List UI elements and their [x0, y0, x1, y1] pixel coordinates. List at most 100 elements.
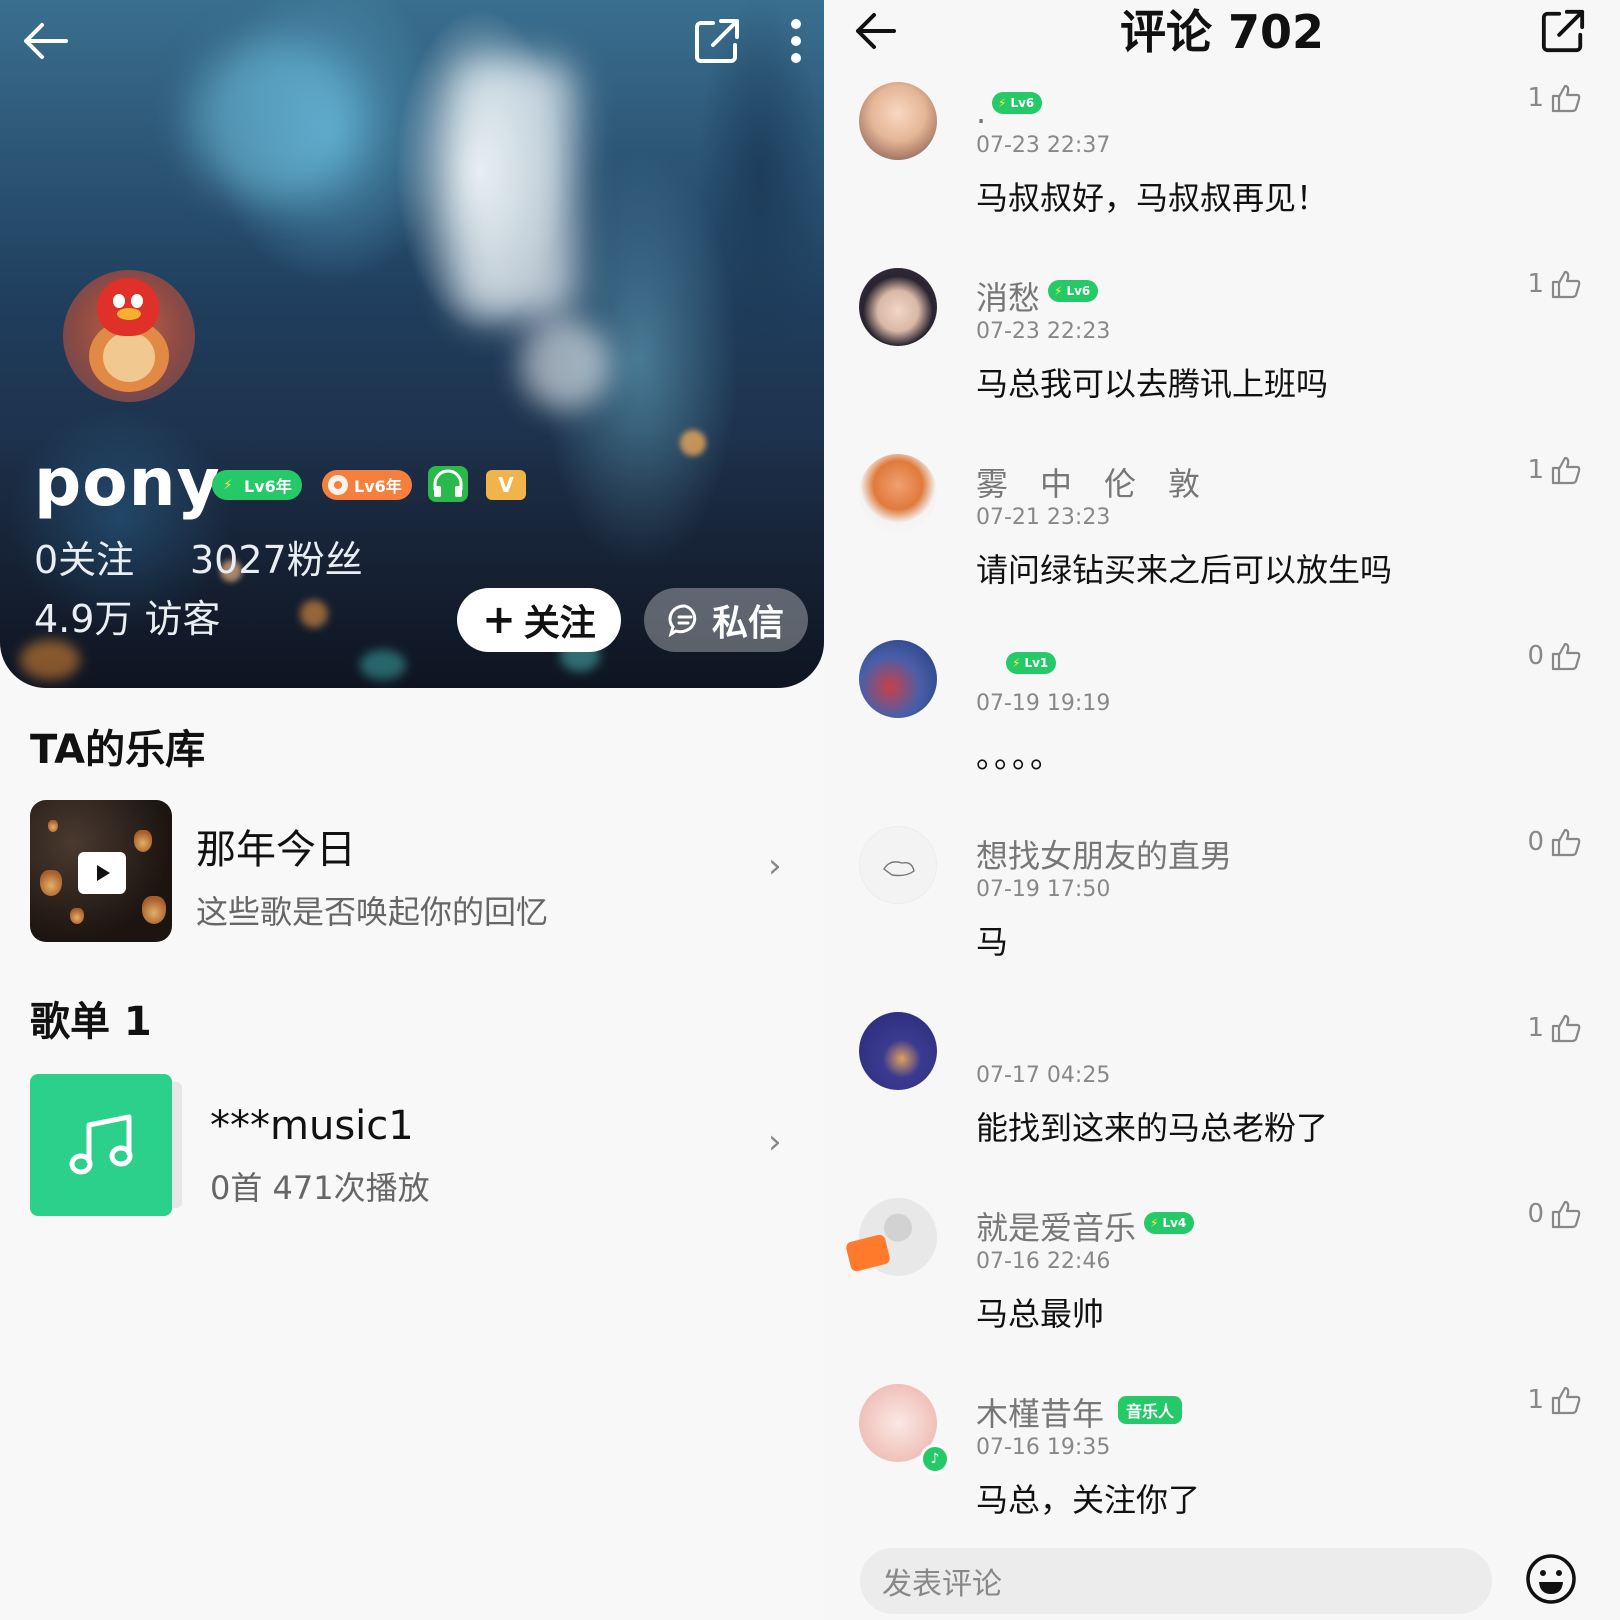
like-button[interactable]: 1: [1527, 268, 1582, 300]
library-section-title: TA的乐库: [30, 727, 206, 773]
share-icon: [1541, 9, 1585, 53]
level-badge: ⚡ Lv1: [1006, 652, 1057, 674]
like-button[interactable]: 1: [1527, 1012, 1582, 1044]
vip-badge[interactable]: V: [486, 470, 526, 500]
thumbs-up-icon: [1551, 1014, 1581, 1043]
thumbs-up-icon: [1551, 84, 1581, 113]
like-count: 0: [1527, 641, 1544, 671]
lantern-decoration: [48, 820, 58, 832]
sketch-cat-icon: [883, 861, 915, 877]
follow-button[interactable]: + 关注: [457, 588, 621, 652]
like-button[interactable]: 1: [1527, 1384, 1582, 1416]
comment-username[interactable]: 消愁: [976, 278, 1040, 318]
thumbs-up-icon: [1551, 456, 1581, 485]
headphone-icon: [433, 469, 463, 497]
comment-time: 07-19 17:50: [976, 877, 1111, 902]
music-note-icon: [69, 1114, 133, 1175]
playlist-item-row[interactable]: ***music1 0首 471次播放 ›: [0, 1074, 824, 1216]
like-button[interactable]: 0: [1527, 1198, 1582, 1230]
playlist-title: ***music1: [210, 1103, 414, 1149]
user-avatar[interactable]: [859, 82, 937, 160]
like-button[interactable]: 0: [1527, 826, 1582, 858]
comment-username[interactable]: .: [976, 92, 986, 132]
background-light: [455, 60, 575, 320]
username: pony: [34, 444, 221, 521]
penguin-eye: [113, 294, 125, 308]
comment-time: 07-23 22:23: [976, 319, 1111, 344]
record-icon: [328, 475, 348, 495]
calendar-play-icon: [78, 852, 126, 894]
lantern-decoration: [70, 908, 84, 924]
chevron-right-icon: ›: [768, 1122, 782, 1162]
arrow-left-icon: [24, 23, 68, 59]
like-count: 1: [1527, 1385, 1544, 1415]
vip-icon: V: [498, 473, 514, 497]
back-button[interactable]: [18, 14, 72, 68]
message-button[interactable]: 私信: [644, 588, 808, 652]
smiley-face-icon: [1526, 1554, 1576, 1604]
thumbs-up-icon: [1551, 270, 1581, 299]
comment-input-placeholder: 发表评论: [882, 1567, 1002, 1602]
emoji-button[interactable]: [1524, 1552, 1578, 1606]
badge-label: Lv6年: [354, 477, 402, 496]
thumbs-up-icon: [1551, 642, 1581, 671]
like-button[interactable]: 1: [1527, 82, 1582, 114]
follow-button-label: 关注: [523, 603, 596, 644]
green-level-badge[interactable]: ⚡ Lv6年: [212, 470, 302, 500]
comment-text: 。。。。: [976, 737, 1065, 775]
comment-username[interactable]: 雾 中 伦 敦: [976, 464, 1200, 504]
user-avatar[interactable]: [859, 454, 937, 532]
library-item-row[interactable]: 那年今日 这些歌是否唤起你的回忆 ›: [0, 800, 824, 942]
like-button[interactable]: 1: [1527, 454, 1582, 486]
musician-badge: 音乐人: [1118, 1396, 1183, 1424]
penguin-beak: [117, 308, 141, 320]
user-avatar[interactable]: [859, 826, 937, 904]
comment-input[interactable]: 发表评论: [860, 1548, 1492, 1614]
profile-avatar[interactable]: [63, 270, 195, 402]
like-button[interactable]: 0: [1527, 640, 1582, 672]
comment-username[interactable]: 木槿昔年: [976, 1394, 1104, 1434]
share-button[interactable]: [1536, 4, 1590, 58]
comment-text: 马叔叔好，马叔叔再见！: [976, 179, 1329, 217]
user-avatar[interactable]: [859, 1012, 937, 1090]
thumbs-up-icon: [1551, 1200, 1581, 1229]
comment-text: 马总最帅: [976, 1295, 1105, 1333]
comment-username[interactable]: 想找女朋友的直男: [976, 836, 1232, 876]
comment-time: 07-21 23:23: [976, 505, 1111, 530]
comment-username[interactable]: 就是爱音乐: [976, 1208, 1136, 1248]
library-item-cover: [30, 800, 172, 942]
fans-count[interactable]: 3027粉丝: [190, 538, 363, 582]
user-avatar[interactable]: [859, 268, 937, 346]
lightning-icon: ⚡: [1012, 656, 1021, 670]
comment-time: 07-19 19:19: [976, 691, 1111, 716]
user-avatar[interactable]: [859, 640, 937, 718]
like-count: 0: [1527, 827, 1544, 857]
comment-text: 马总我可以去腾讯上班吗: [976, 365, 1329, 403]
headphone-level-badge[interactable]: [428, 466, 468, 502]
level-badge: ⚡ Lv4: [1144, 1212, 1195, 1234]
more-button[interactable]: [776, 14, 816, 68]
badge-label: 音乐人: [1126, 1402, 1175, 1421]
message-button-label: 私信: [711, 603, 784, 644]
comment-item: 想找女朋友的直男 07-19 17:50 马 0: [824, 826, 1620, 1012]
background-light: [190, 40, 360, 200]
follow-count[interactable]: 0关注: [34, 538, 134, 582]
background-light: [520, 320, 610, 410]
lightning-icon: ⚡: [1054, 284, 1063, 298]
badge-label: Lv4: [1162, 1216, 1187, 1230]
share-icon: [695, 19, 739, 63]
like-count: 1: [1527, 83, 1544, 113]
comment-item: 消愁 ⚡ Lv6 07-23 22:23 马总我可以去腾讯上班吗 1: [824, 268, 1620, 454]
comment-item: 雾 中 伦 敦 07-21 23:23 请问绿钻买来之后可以放生吗 1: [824, 454, 1620, 640]
lantern-decoration: [40, 870, 62, 896]
visitor-count[interactable]: 4.9万 访客: [34, 597, 221, 641]
plus-icon: +: [482, 597, 516, 643]
orange-level-badge[interactable]: Lv6年: [322, 470, 412, 500]
playlist-cover: [30, 1074, 172, 1216]
lightning-icon: ⚡: [998, 96, 1007, 110]
playlist-section-title: 歌单 1: [30, 999, 152, 1045]
like-count: 1: [1527, 269, 1544, 299]
thumbs-up-icon: [1551, 828, 1581, 857]
badge-label: Lv6: [1010, 96, 1035, 110]
share-button[interactable]: [690, 14, 744, 68]
